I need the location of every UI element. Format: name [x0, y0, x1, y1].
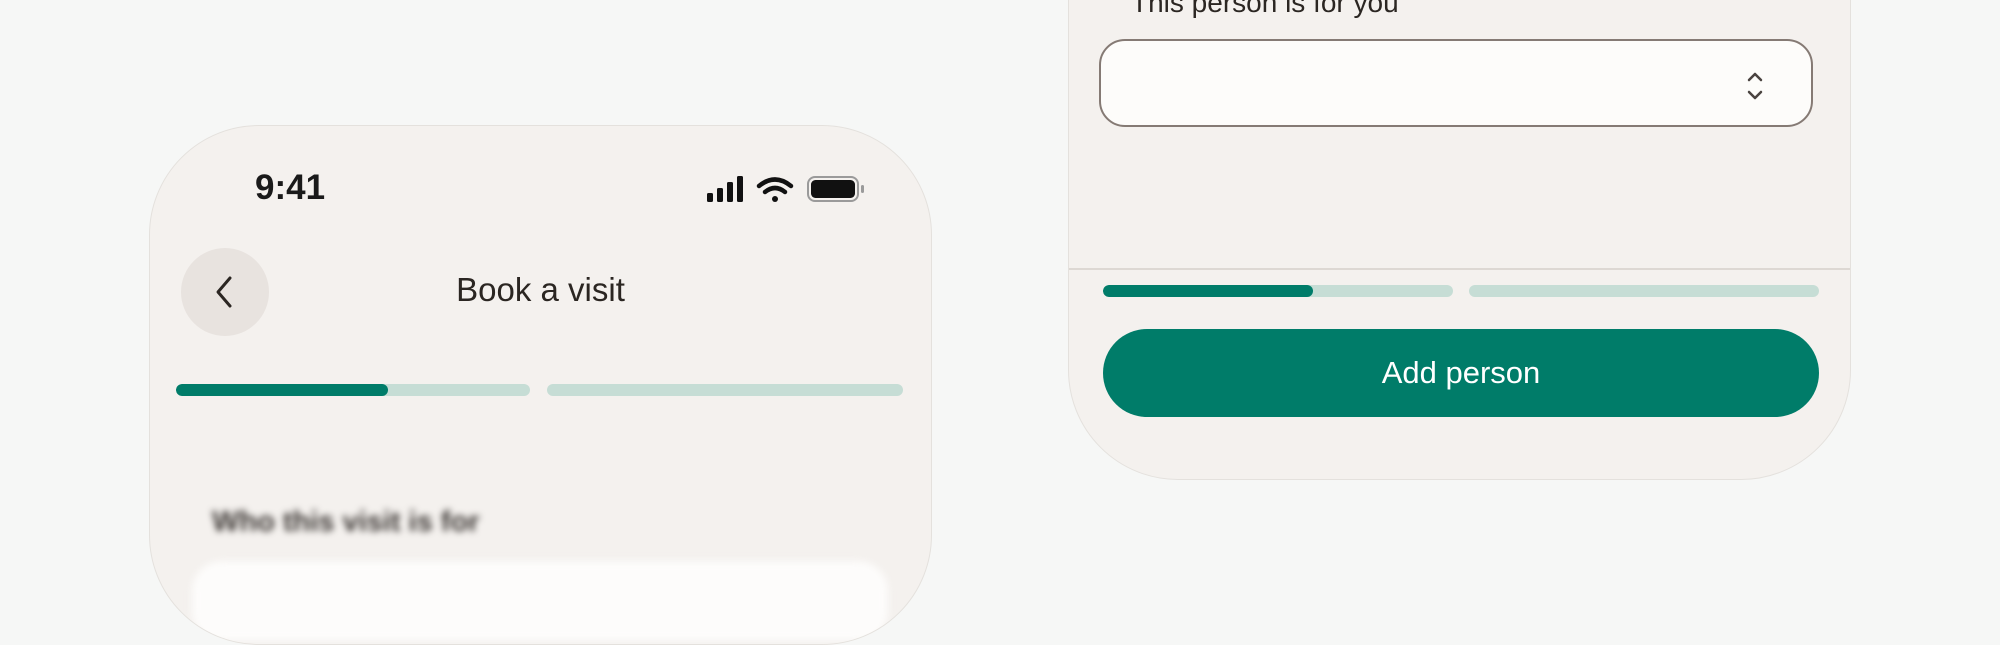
- section-label: Who this visit is for: [212, 506, 480, 538]
- cellular-signal-icon: [707, 176, 743, 202]
- add-person-button[interactable]: Add person: [1103, 329, 1819, 417]
- progress-step-1: [176, 384, 530, 396]
- chevron-up-down-icon: [1747, 72, 1763, 100]
- visit-for-field: [192, 561, 888, 641]
- battery-icon: [807, 176, 864, 202]
- progress-step-1-fill: [176, 384, 389, 396]
- progress-step-2: [547, 384, 903, 396]
- progress-step-2: [1469, 285, 1819, 297]
- field-label: This person is for you: [1131, 0, 1399, 18]
- progress-step-1-fill: [1103, 285, 1313, 297]
- relationship-select[interactable]: [1099, 39, 1813, 127]
- phone-screen-book-visit: 9:41 Book a visit Who this visit is for: [149, 125, 932, 645]
- phone-screen-add-person: This person is for you Add person: [1068, 0, 1851, 480]
- progress-step-1: [1103, 285, 1453, 297]
- wifi-icon: [756, 177, 794, 202]
- status-icons: [707, 175, 877, 205]
- divider: [1069, 268, 1850, 270]
- status-time: 9:41: [255, 168, 326, 207]
- page-title: Book a visit: [456, 271, 625, 308]
